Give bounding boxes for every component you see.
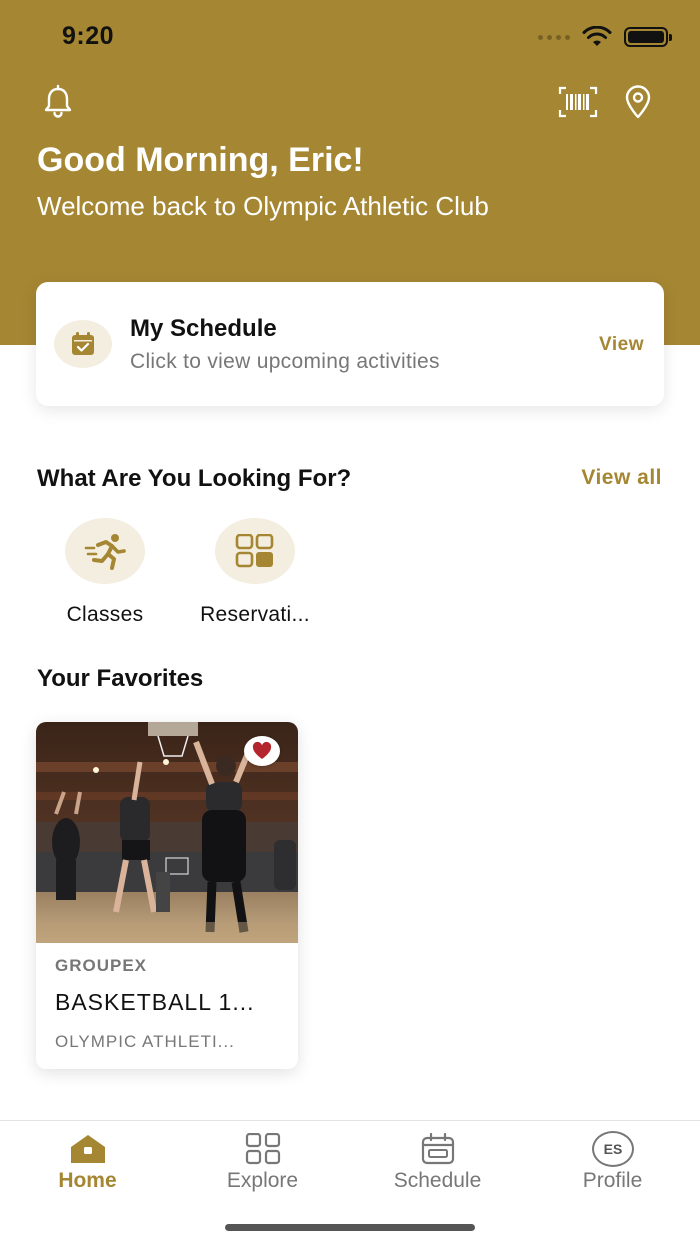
tab-explore[interactable]: Explore: [175, 1121, 350, 1211]
status-time: 9:20: [62, 22, 115, 50]
tab-label: Profile: [582, 1169, 643, 1192]
avatar: ES: [592, 1131, 634, 1167]
welcome-subtitle: Welcome back to Olympic Athletic Club: [37, 191, 489, 221]
tab-profile[interactable]: ES Profile: [525, 1121, 700, 1211]
looking-for-title: What Are You Looking For?: [37, 465, 352, 492]
grid-icon: [235, 534, 274, 568]
tab-label: Explore: [226, 1169, 299, 1192]
tab-label: Schedule: [393, 1169, 482, 1192]
favorite-card[interactable]: GROUPEX BASKETBALL 1... OLYMPIC ATHLETI.…: [36, 722, 298, 1069]
category-classes[interactable]: Classes: [35, 518, 175, 627]
greeting-title: Good Morning, Eric!: [37, 141, 364, 179]
wifi-icon: [582, 26, 612, 46]
calendar-check-icon: [72, 332, 94, 355]
category-label: Reservati...: [200, 603, 310, 626]
heart-icon: [252, 741, 272, 759]
tab-schedule[interactable]: Schedule: [350, 1121, 525, 1211]
cellular-signal-icon: [538, 34, 570, 40]
category-icon-badge: [65, 518, 145, 584]
favorite-name: BASKETBALL 1...: [55, 989, 255, 1015]
view-all-link[interactable]: View all: [581, 466, 662, 490]
favorite-heart-button[interactable]: [244, 736, 280, 766]
barcode-icon[interactable]: [558, 86, 598, 118]
battery-icon: [624, 27, 672, 47]
my-schedule-card[interactable]: My Schedule Click to view upcoming activ…: [36, 282, 664, 406]
favorite-type: GROUPEX: [55, 956, 148, 975]
location-pin-icon[interactable]: [622, 84, 654, 120]
calendar-icon: [416, 1129, 460, 1169]
category-label: Classes: [66, 603, 144, 626]
grid-icon: [241, 1129, 285, 1169]
home-icon: [66, 1129, 110, 1169]
favorite-location: OLYMPIC ATHLETI...: [55, 1032, 235, 1051]
favorites-title: Your Favorites: [37, 665, 204, 692]
schedule-view-link[interactable]: View: [599, 334, 644, 356]
tab-home[interactable]: Home: [0, 1121, 175, 1211]
category-icon-badge: [215, 518, 295, 584]
schedule-title: My Schedule: [130, 315, 277, 342]
home-indicator: [225, 1224, 475, 1231]
category-reservations[interactable]: Reservati...: [185, 518, 325, 627]
status-indicators: [538, 24, 672, 50]
avatar-icon: ES: [591, 1129, 635, 1169]
running-person-icon: [84, 534, 126, 570]
tab-label: Home: [58, 1169, 117, 1192]
schedule-icon-badge: [54, 320, 112, 368]
schedule-subtitle: Click to view upcoming activities: [130, 350, 440, 373]
bell-icon[interactable]: [40, 84, 76, 120]
